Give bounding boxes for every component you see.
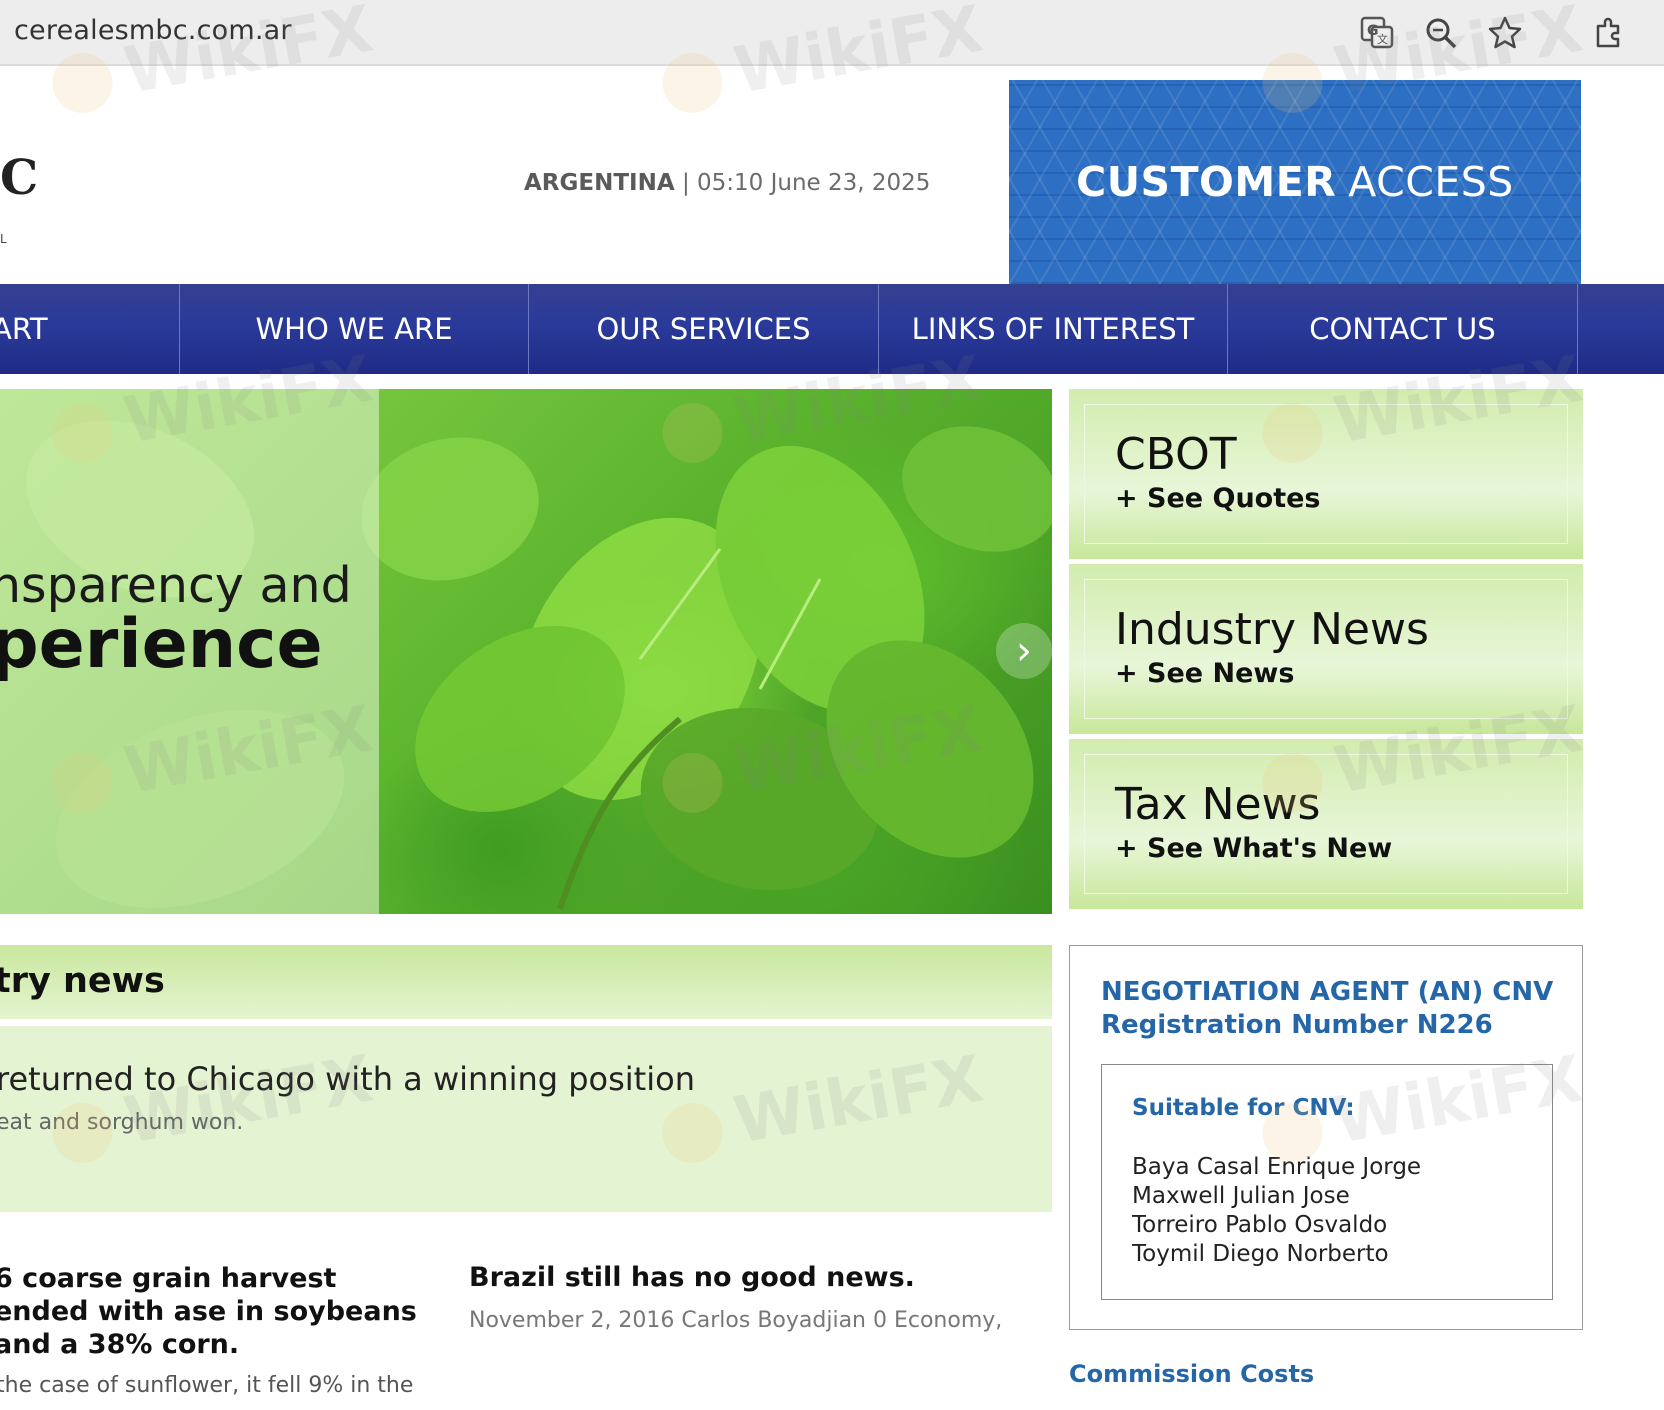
tax-news-see-link[interactable]: + See What's New bbox=[1115, 833, 1392, 864]
tax-news-title: Tax News bbox=[1115, 779, 1321, 830]
commission-costs-link[interactable]: Commission Costs bbox=[1069, 1360, 1314, 1388]
article-excerpt: the case of sunflower, it fell 9% in the bbox=[0, 1373, 414, 1398]
svg-text:文: 文 bbox=[1377, 32, 1388, 46]
cbot-quotes-box[interactable]: CBOT + See Quotes bbox=[1069, 389, 1583, 559]
star-icon[interactable] bbox=[1486, 14, 1524, 52]
customer-access-normal: ACCESS bbox=[1348, 158, 1514, 206]
separator: | bbox=[674, 170, 698, 196]
hero-slider: nsparency and perience › bbox=[0, 389, 1052, 914]
site-logo-caption: L bbox=[0, 232, 7, 246]
customer-access-button[interactable]: CUSTOMER ACCESS bbox=[1009, 80, 1581, 284]
slider-next-arrow-icon[interactable]: › bbox=[996, 623, 1052, 679]
site-logo[interactable]: C bbox=[0, 150, 38, 206]
translate-icon[interactable]: G文 bbox=[1358, 14, 1396, 52]
cnv-heading: NEGOTIATION AGENT (AN) CNV Registration … bbox=[1101, 977, 1554, 1040]
page: cerealesmbc.com.ar G文 C L ARGENTINA | 05… bbox=[0, 0, 1664, 1410]
industry-news-title: Industry News bbox=[1115, 604, 1429, 655]
cbot-title: CBOT bbox=[1115, 429, 1237, 480]
customer-access-bold: CUSTOMER bbox=[1076, 158, 1337, 206]
extensions-icon[interactable] bbox=[1590, 14, 1628, 52]
country-label: ARGENTINA bbox=[524, 170, 675, 196]
nav-item-our-services[interactable]: OUR SERVICES bbox=[529, 284, 879, 374]
industry-news-see-link[interactable]: + See News bbox=[1115, 658, 1294, 689]
browser-toolbar: cerealesmbc.com.ar G文 bbox=[0, 0, 1664, 66]
address-bar[interactable]: cerealesmbc.com.ar bbox=[14, 15, 292, 46]
nav-item-links-of-interest[interactable]: LINKS OF INTEREST bbox=[879, 284, 1228, 374]
nav-item-contact-us[interactable]: CONTACT US bbox=[1228, 284, 1578, 374]
cnv-suitable-label: Suitable for CNV: bbox=[1132, 1095, 1355, 1121]
cbot-see-quotes-link[interactable]: + See Quotes bbox=[1115, 483, 1321, 514]
datetime-label: 05:10 June 23, 2025 bbox=[697, 170, 931, 196]
zoom-icon[interactable] bbox=[1422, 14, 1460, 52]
featured-news-excerpt: eat and sorghum won. bbox=[0, 1110, 244, 1135]
article-title[interactable]: 6 coarse grain harvest ended with ase in… bbox=[0, 1262, 424, 1361]
article-title[interactable]: Brazil still has no good news. bbox=[469, 1262, 915, 1293]
cnv-registration-box: NEGOTIATION AGENT (AN) CNV Registration … bbox=[1069, 945, 1583, 1330]
location-datetime: ARGENTINA | 05:10 June 23, 2025 bbox=[524, 170, 930, 196]
list-item: Toymil Diego Norberto bbox=[1132, 1241, 1389, 1267]
list-item: Maxwell Julian Jose bbox=[1132, 1183, 1350, 1209]
featured-news-item[interactable]: returned to Chicago with a winning posit… bbox=[0, 1026, 1052, 1212]
list-item: Torreiro Pablo Osvaldo bbox=[1132, 1212, 1388, 1238]
article-meta: November 2, 2016 Carlos Boyadjian 0 Econ… bbox=[469, 1308, 1003, 1333]
main-nav: ART WHO WE ARE OUR SERVICES LINKS OF INT… bbox=[0, 284, 1664, 374]
nav-item-who-we-are[interactable]: WHO WE ARE bbox=[180, 284, 529, 374]
list-item: Baya Casal Enrique Jorge bbox=[1132, 1154, 1422, 1180]
featured-news-headline[interactable]: returned to Chicago with a winning posit… bbox=[0, 1060, 695, 1098]
industry-news-section-title: try news bbox=[0, 961, 165, 1001]
industry-news-header: try news bbox=[0, 945, 1052, 1019]
nav-item-start[interactable]: ART bbox=[0, 284, 180, 374]
hero-headline-line2: perience bbox=[0, 605, 323, 684]
industry-news-box[interactable]: Industry News + See News bbox=[1069, 564, 1583, 734]
cnv-suitable-list: Suitable for CNV: Baya Casal Enrique Jor… bbox=[1101, 1064, 1553, 1300]
cnv-names-list: Baya Casal Enrique Jorge Maxwell Julian … bbox=[1132, 1153, 1421, 1269]
tax-news-box[interactable]: Tax News + See What's New bbox=[1069, 739, 1583, 909]
